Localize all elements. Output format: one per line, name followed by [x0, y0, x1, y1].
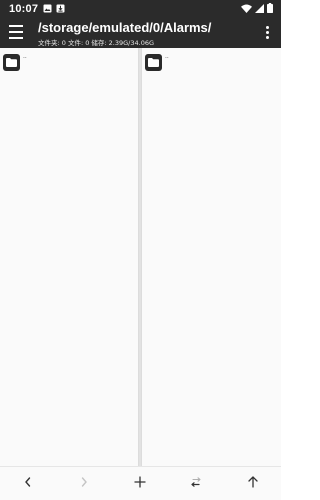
left-file-pane[interactable]: ..: [0, 48, 139, 466]
folder-icon: [3, 54, 20, 71]
parent-folder-item[interactable]: ..: [3, 53, 27, 71]
download-icon: [56, 0, 65, 18]
swap-arrows-icon: [189, 475, 203, 493]
right-file-pane[interactable]: ..: [141, 48, 281, 466]
system-icons: [241, 0, 273, 18]
plus-icon: [134, 475, 146, 493]
hamburger-menu-icon[interactable]: [8, 25, 24, 39]
folder-label: ..: [165, 53, 169, 60]
swap-panes-button[interactable]: [176, 467, 216, 500]
storage-summary: 文件夹: 0 文件: 0 储存: 2.39G/34.06G: [38, 39, 155, 47]
folder-icon: [145, 54, 162, 71]
status-time: 10:07: [9, 3, 39, 15]
forward-button[interactable]: [64, 467, 104, 500]
battery-icon: [267, 0, 273, 18]
wifi-icon: [241, 0, 252, 18]
status-bar: 10:07: [0, 0, 281, 18]
more-vert-icon[interactable]: [265, 26, 269, 39]
bottom-toolbar: [0, 466, 281, 500]
signal-icon: [255, 0, 264, 18]
chevron-left-icon: [23, 475, 33, 493]
chevron-right-icon: [79, 475, 89, 493]
arrow-up-icon: [247, 475, 259, 493]
parent-folder-item[interactable]: ..: [145, 53, 169, 71]
image-icon: [43, 0, 52, 18]
file-panes: .. ..: [0, 48, 281, 466]
up-button[interactable]: [233, 467, 273, 500]
back-button[interactable]: [8, 467, 48, 500]
notification-icons: [43, 0, 65, 18]
app-screen: 10:07 /storage/emulated/0/Alarms/ 文件夹: 0…: [0, 0, 281, 500]
folder-label: ..: [23, 53, 27, 60]
current-path-title: /storage/emulated/0/Alarms/: [38, 20, 212, 35]
app-bar: /storage/emulated/0/Alarms/ 文件夹: 0 文件: 0…: [0, 18, 281, 48]
add-button[interactable]: [120, 467, 160, 500]
